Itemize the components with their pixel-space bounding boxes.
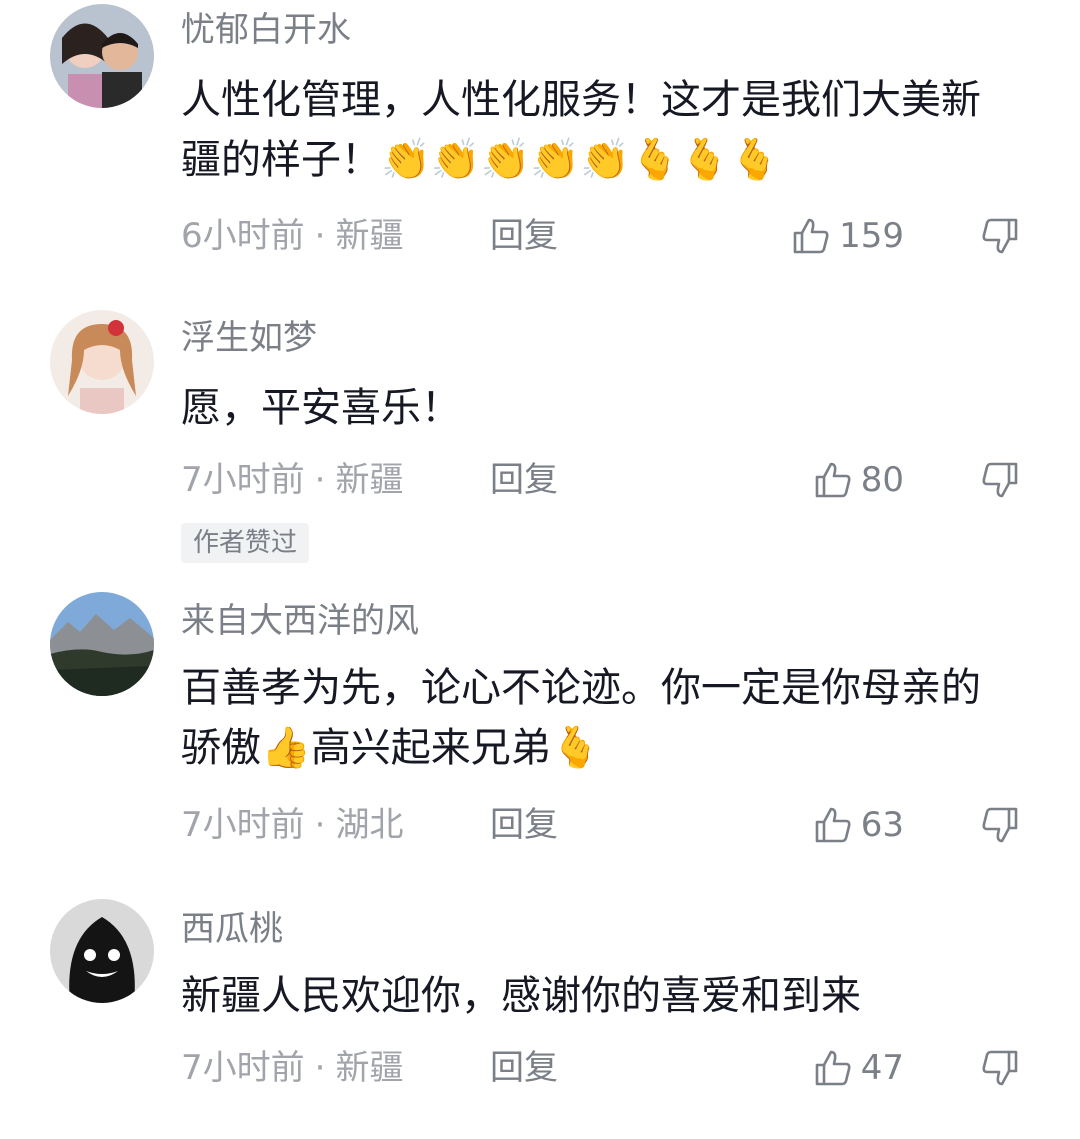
meta-separator: ·: [314, 460, 326, 500]
comment-location: 湖北: [335, 805, 404, 845]
like-button[interactable]: 63: [813, 805, 904, 845]
like-button[interactable]: 80: [813, 460, 904, 500]
reply-button[interactable]: 回复: [490, 216, 558, 256]
avatar[interactable]: [50, 310, 154, 414]
comment-text: 百善孝为先，论心不论迹。你一定是你母亲的骄傲👍高兴起来兄弟🫰: [181, 658, 1011, 778]
comment-text-content: 愿，平安喜乐！: [181, 385, 461, 431]
comment-text: 人性化管理，人性化服务！这才是我们大美新疆的样子！👏👏👏👏👏🫰🫰🫰: [181, 70, 1011, 190]
comment-text: 新疆人民欢迎你，感谢你的喜爱和到来: [181, 966, 1011, 1026]
comment-text: 愿，平安喜乐！: [181, 378, 1011, 438]
reply-button[interactable]: 回复: [490, 805, 558, 845]
like-count: 80: [860, 460, 904, 500]
username[interactable]: 来自大西洋的风: [181, 601, 419, 641]
comment-text-content: 新疆人民欢迎你，感谢你的喜爱和到来: [181, 973, 861, 1019]
comment-meta: 7小时前 · 新疆: [181, 460, 403, 500]
comment-meta: 7小时前 · 新疆: [181, 1048, 403, 1088]
thumbs-up-icon: [793, 218, 829, 254]
comment-meta: 7小时前 · 湖北: [181, 805, 403, 845]
thumbs-down-icon[interactable]: [976, 1048, 1020, 1088]
meta-separator: ·: [314, 1048, 326, 1088]
avatar[interactable]: [50, 592, 154, 696]
reply-button[interactable]: 回复: [490, 1048, 558, 1088]
like-count: 63: [860, 805, 904, 845]
username[interactable]: 浮生如梦: [181, 318, 317, 358]
comment-time: 7小时前: [181, 460, 305, 500]
username[interactable]: 忧郁白开水: [181, 10, 351, 50]
reply-button[interactable]: 回复: [490, 460, 558, 500]
like-button[interactable]: 47: [813, 1048, 904, 1088]
like-count: 159: [839, 216, 904, 256]
meta-separator: ·: [314, 805, 326, 845]
avatar[interactable]: [50, 899, 154, 1003]
emoji-sequence: 👏👏👏👏👏🫰🫰🫰: [381, 137, 780, 183]
avatar[interactable]: [50, 4, 154, 108]
thumbs-up-emoji: 👍: [261, 725, 311, 771]
comment-time: 6小时前: [181, 216, 305, 256]
comment-time: 7小时前: [181, 805, 305, 845]
comment-text-continued: 高兴起来兄弟: [310, 725, 551, 771]
thumbs-up-icon: [815, 807, 851, 843]
like-button[interactable]: 159: [791, 216, 904, 256]
comment-location: 新疆: [335, 1048, 404, 1088]
comment-meta: 6小时前 · 新疆: [181, 216, 403, 256]
thumbs-up-icon: [815, 462, 851, 498]
thumbs-down-icon[interactable]: [976, 805, 1020, 845]
comment-location: 新疆: [335, 216, 404, 256]
comment-location: 新疆: [335, 460, 404, 500]
finger-heart-emoji: 🫰: [550, 725, 601, 771]
meta-separator: ·: [314, 216, 326, 256]
thumbs-down-icon[interactable]: [976, 216, 1020, 256]
username[interactable]: 西瓜桃: [181, 909, 283, 949]
comment-time: 7小时前: [181, 1048, 305, 1088]
author-liked-badge: 作者赞过: [181, 523, 310, 563]
thumbs-up-icon: [815, 1050, 851, 1086]
like-count: 47: [860, 1048, 904, 1088]
thumbs-down-icon[interactable]: [976, 460, 1020, 500]
